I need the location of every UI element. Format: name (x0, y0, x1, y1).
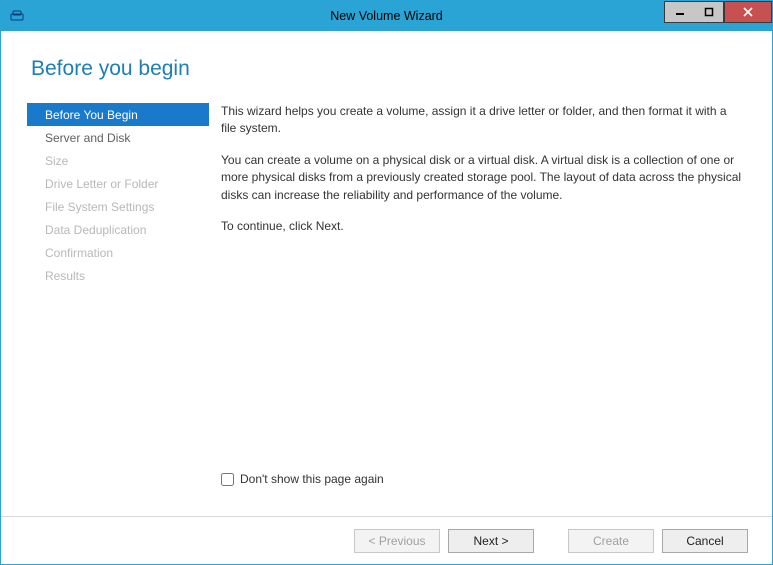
sidebar-item-confirmation: Confirmation (27, 241, 209, 264)
window-title: New Volume Wizard (1, 9, 772, 23)
sidebar-item-label: Results (45, 269, 85, 283)
sidebar-item-label: Server and Disk (45, 131, 130, 145)
dont-show-again-row[interactable]: Don't show this page again (221, 471, 742, 488)
dont-show-again-checkbox[interactable] (221, 473, 234, 486)
create-button: Create (568, 529, 654, 553)
titlebar[interactable]: New Volume Wizard (1, 1, 772, 31)
sidebar-item-size: Size (27, 149, 209, 172)
intro-paragraph-2: You can create a volume on a physical di… (221, 152, 742, 204)
sidebar-item-label: Confirmation (45, 246, 113, 260)
sidebar-item-label: Size (45, 154, 68, 168)
sidebar-item-file-system: File System Settings (27, 195, 209, 218)
main-pane: This wizard helps you create a volume, a… (209, 103, 746, 516)
sidebar-item-label: File System Settings (45, 200, 154, 214)
body-row: Before You Begin Server and Disk Size Dr… (27, 103, 746, 516)
intro-paragraph-1: This wizard helps you create a volume, a… (221, 103, 742, 138)
previous-button: < Previous (354, 529, 440, 553)
sidebar-item-before-you-begin[interactable]: Before You Begin (27, 103, 209, 126)
sidebar-item-label: Before You Begin (45, 108, 138, 122)
sidebar: Before You Begin Server and Disk Size Dr… (27, 103, 209, 516)
page-heading: Before you begin (31, 57, 746, 81)
maximize-button[interactable] (694, 1, 724, 23)
footer: < Previous Next > Create Cancel (1, 516, 772, 564)
close-button[interactable] (724, 1, 772, 23)
wizard-window: New Volume Wizard Before you begin Befor… (0, 0, 773, 565)
sidebar-item-drive-letter: Drive Letter or Folder (27, 172, 209, 195)
window-controls (664, 1, 772, 23)
minimize-button[interactable] (664, 1, 694, 23)
next-button[interactable]: Next > (448, 529, 534, 553)
dont-show-again-label: Don't show this page again (240, 471, 384, 488)
cancel-button[interactable]: Cancel (662, 529, 748, 553)
sidebar-item-server-and-disk[interactable]: Server and Disk (27, 126, 209, 149)
content-area: Before you begin Before You Begin Server… (1, 31, 772, 516)
sidebar-item-label: Data Deduplication (45, 223, 146, 237)
app-icon (9, 8, 25, 24)
sidebar-item-dedup: Data Deduplication (27, 218, 209, 241)
sidebar-item-results: Results (27, 264, 209, 287)
intro-paragraph-3: To continue, click Next. (221, 218, 742, 235)
sidebar-item-label: Drive Letter or Folder (45, 177, 158, 191)
